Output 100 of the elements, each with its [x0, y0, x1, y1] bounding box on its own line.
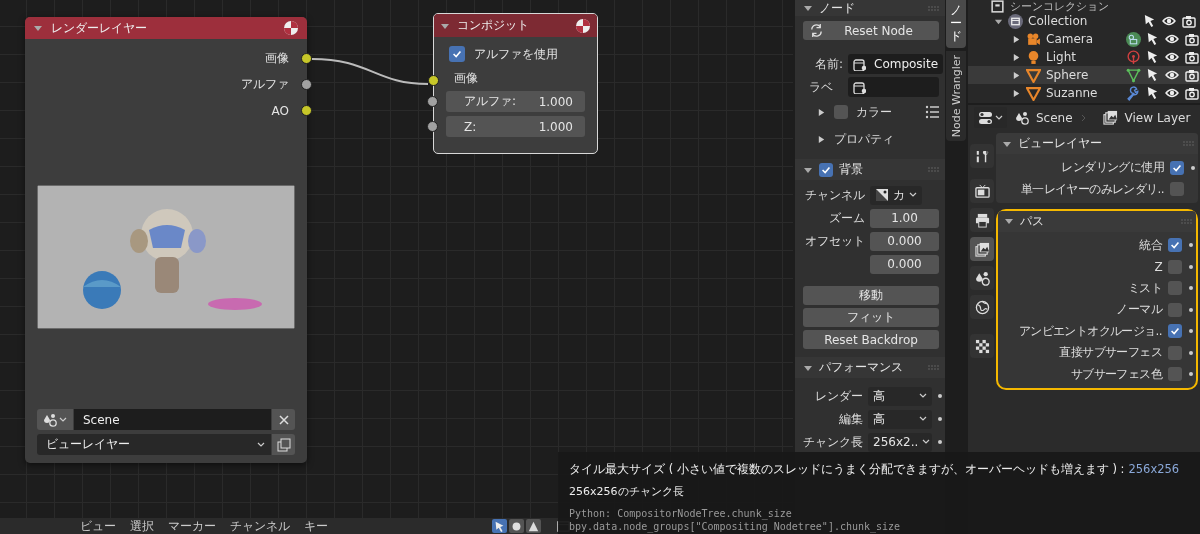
- checkbox[interactable]: [1168, 259, 1182, 274]
- outliner-item-label: Suzanne: [1046, 86, 1099, 100]
- tool-icon: [974, 148, 990, 164]
- outliner-row[interactable]: Sphere: [968, 66, 1200, 84]
- pointer-icon[interactable]: [1143, 14, 1156, 27]
- camera-icon[interactable]: [1185, 50, 1199, 64]
- socket-label: アルファ: [241, 76, 289, 93]
- properties-tab[interactable]: [970, 208, 994, 232]
- outliner-item-label: Collection: [1028, 14, 1089, 28]
- menu-item[interactable]: 選択: [130, 517, 154, 534]
- scene-field[interactable]: Scene: [74, 409, 271, 430]
- sidebar-tab[interactable]: ノード: [946, 0, 966, 48]
- wrench-icon: [1126, 85, 1141, 101]
- checkbox[interactable]: [1168, 238, 1182, 252]
- view-layer-dropdown[interactable]: ビューレイヤー: [37, 434, 271, 455]
- panel-header[interactable]: パス: [998, 210, 1196, 232]
- dropdown[interactable]: 256x2..: [868, 432, 932, 452]
- camera-icon[interactable]: [1185, 86, 1199, 100]
- input-socket[interactable]: [427, 121, 438, 132]
- outliner-row[interactable]: シーンコレクション: [968, 0, 1200, 12]
- breadcrumb-item[interactable]: View Layer: [1124, 110, 1191, 125]
- offset-x-field[interactable]: 0.000: [870, 231, 939, 251]
- panel-header[interactable]: パフォーマンス: [795, 357, 945, 378]
- dropdown[interactable]: 高: [868, 386, 932, 406]
- name-field[interactable]: Composite: [848, 54, 944, 74]
- channel-dropdown[interactable]: カ: [870, 185, 922, 205]
- pointer-icon[interactable]: [1146, 68, 1159, 81]
- panel-header[interactable]: ノード: [795, 0, 945, 16]
- properties-tab[interactable]: [970, 334, 994, 358]
- field-label: チャンネル: [804, 186, 865, 204]
- panel-button[interactable]: 移動: [803, 286, 939, 305]
- node-icon: [853, 57, 866, 71]
- toggle-button[interactable]: [509, 519, 524, 533]
- reset-node-button[interactable]: Reset Node: [803, 21, 939, 40]
- keyframe-dot-icon: [937, 416, 943, 422]
- camera-icon[interactable]: [1182, 14, 1196, 28]
- scene-browse-button[interactable]: [37, 409, 73, 430]
- input-socket[interactable]: [427, 96, 438, 107]
- properties-tab[interactable]: [970, 266, 994, 290]
- panel-button[interactable]: フィット: [803, 308, 939, 327]
- checkbox[interactable]: [1168, 324, 1182, 338]
- checkbox[interactable]: [1168, 367, 1182, 381]
- panel-button[interactable]: Reset Backdrop: [803, 330, 939, 349]
- output-socket[interactable]: [301, 53, 312, 64]
- panel-header[interactable]: 背景: [795, 159, 945, 180]
- expand-triangle-icon: [803, 3, 813, 13]
- toggle-button[interactable]: [526, 519, 541, 533]
- pointer-icon[interactable]: [1146, 86, 1159, 99]
- eye-icon[interactable]: [1165, 68, 1179, 82]
- menu-item[interactable]: マーカー: [168, 517, 216, 534]
- properties-tab[interactable]: [970, 144, 994, 168]
- caret-icon: [909, 191, 917, 199]
- output-socket[interactable]: [301, 105, 312, 116]
- outliner-row[interactable]: Light: [968, 48, 1200, 66]
- checkbox[interactable]: [1168, 302, 1182, 317]
- checkbox[interactable]: [1168, 345, 1182, 360]
- scene-icon: [1015, 110, 1029, 125]
- breadcrumb-item[interactable]: Scene: [1036, 110, 1073, 125]
- field-label: チャンク長: [803, 433, 863, 451]
- camera-icon[interactable]: [1185, 32, 1199, 46]
- menu-item[interactable]: チャンネル: [230, 517, 290, 534]
- unlink-button[interactable]: [272, 409, 295, 430]
- checkbox[interactable]: [1170, 182, 1184, 196]
- subpanel-header[interactable]: カラー: [803, 100, 939, 124]
- panel-title: パス: [1020, 212, 1045, 230]
- menu-item[interactable]: ビュー: [80, 517, 116, 534]
- checkbox[interactable]: [834, 105, 848, 119]
- input-socket[interactable]: [428, 75, 439, 86]
- render-layer-button[interactable]: [272, 434, 295, 455]
- select-tool-button[interactable]: [492, 519, 507, 533]
- checkbox[interactable]: [449, 46, 465, 62]
- outliner-row[interactable]: Collection: [968, 12, 1200, 30]
- offset-y-field[interactable]: 0.000: [870, 254, 939, 274]
- menu-item[interactable]: キー: [304, 517, 328, 534]
- camera-icon: [1026, 31, 1041, 47]
- checkbox[interactable]: [1170, 160, 1184, 175]
- outliner-row[interactable]: Camera: [968, 30, 1200, 48]
- eye-icon[interactable]: [1165, 50, 1179, 64]
- eye-icon[interactable]: [1162, 14, 1176, 28]
- eye-icon[interactable]: [1165, 86, 1179, 100]
- field-label: ズーム: [828, 209, 865, 227]
- eye-icon[interactable]: [1165, 32, 1179, 46]
- label-field[interactable]: [848, 77, 939, 97]
- properties-tab[interactable]: [970, 237, 994, 261]
- subpanel-header[interactable]: プロパティ: [803, 127, 939, 151]
- pointer-icon[interactable]: [1146, 50, 1159, 63]
- properties-tab[interactable]: [970, 295, 994, 319]
- panel-header[interactable]: ビューレイヤー: [996, 133, 1198, 154]
- properties-tab[interactable]: [970, 179, 994, 203]
- zoom-field[interactable]: 1.00: [870, 208, 939, 228]
- socket-label: 画像: [265, 50, 289, 67]
- triangle-mesh-icon: [1026, 85, 1041, 101]
- dropdown[interactable]: 高: [868, 409, 932, 429]
- camera-icon[interactable]: [1185, 68, 1199, 82]
- checkbox[interactable]: [1168, 281, 1182, 295]
- sidebar-tab[interactable]: Node Wrangler: [946, 50, 966, 141]
- checkbox[interactable]: [819, 162, 833, 177]
- outliner-row[interactable]: Suzanne: [968, 84, 1200, 102]
- pointer-icon[interactable]: [1146, 32, 1159, 45]
- output-socket[interactable]: [301, 79, 312, 90]
